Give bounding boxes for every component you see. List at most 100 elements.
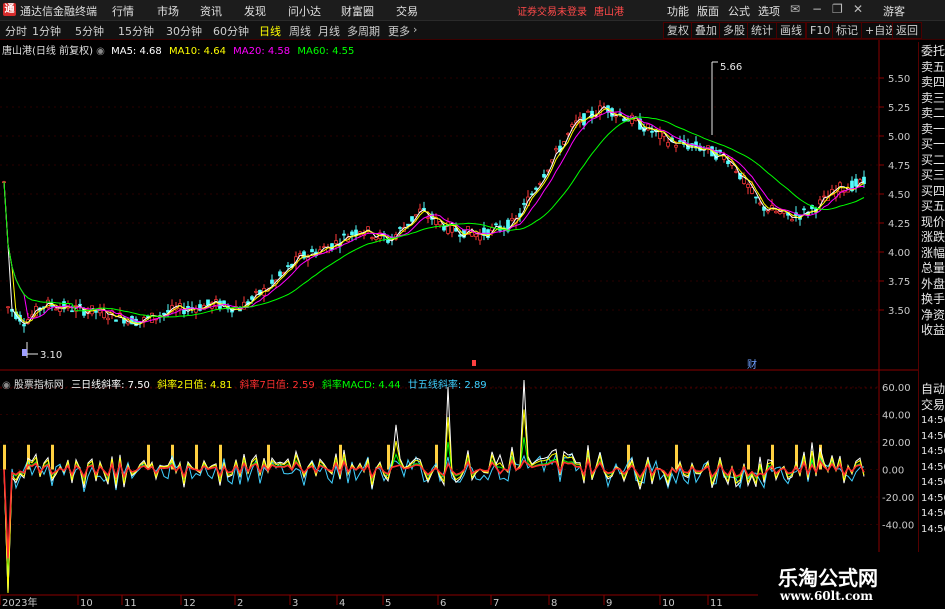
period-60min[interactable]: 60分钟 — [213, 23, 249, 39]
period-more[interactable]: 更多 — [388, 23, 410, 39]
guest-link[interactable]: 游客 — [883, 3, 905, 19]
signal-bar — [387, 444, 390, 470]
period-toolbar: 分时 1分钟 5分钟 15分钟 30分钟 60分钟 日线 周线 月线 多周期 更… — [0, 21, 945, 40]
candle-body — [678, 140, 682, 142]
period-weekly[interactable]: 周线 — [289, 23, 311, 39]
quote-row-4: 卖二 — [921, 106, 945, 120]
biaoji-button[interactable]: 标记 — [832, 22, 862, 39]
sub-item-1: 三日线斜率: 7.50 — [71, 380, 150, 391]
restore-icon[interactable]: ❐ — [832, 2, 843, 16]
sub-panel-row-3: 14:50 — [921, 430, 945, 442]
mail-icon[interactable]: ✉ — [790, 2, 800, 16]
settings-dot-icon[interactable]: ◉ — [96, 46, 105, 57]
period-15min[interactable]: 15分钟 — [118, 23, 154, 39]
login-notice[interactable]: 证券交易未登录 — [517, 3, 587, 18]
x-tick-label: 11 — [124, 598, 137, 609]
x-tick-label: 11 — [710, 598, 723, 609]
candle-body — [150, 312, 154, 323]
tongji-button[interactable]: 统计 — [747, 22, 777, 39]
candle-body — [802, 208, 806, 211]
x-tick-label: 6 — [440, 598, 446, 609]
back-button[interactable]: 返回 — [892, 22, 922, 39]
sub-series-3 — [3, 437, 865, 581]
signal-bar — [747, 444, 750, 470]
quote-row-11: 现价 — [921, 214, 945, 229]
menu-gongneng[interactable]: 功能 — [667, 3, 689, 19]
sub-item-4: 斜率MACD: 4.44 — [321, 380, 401, 391]
menu-xuanxiang[interactable]: 选项 — [758, 3, 780, 19]
period-multi[interactable]: 多周期 — [347, 23, 380, 39]
candle-body — [758, 202, 762, 205]
candle-body — [278, 271, 282, 277]
period-daily[interactable]: 日线 — [259, 23, 281, 39]
menu-banmian[interactable]: 版面 — [697, 3, 719, 19]
fuquan-button[interactable]: 复权 — [663, 22, 693, 39]
candle-body — [774, 210, 778, 214]
candle-body — [522, 203, 526, 205]
sub-settings-dot-icon[interactable]: ◉ — [2, 380, 11, 391]
chart-title: 唐山港(日线 前复权) — [2, 46, 93, 57]
chart-canvas[interactable]: 5.505.255.004.754.504.254.003.753.50 6 0.… — [0, 40, 918, 609]
main-info-bar: 唐山港(日线 前复权) ◉ MA5: 4.68 MA10: 4.64 MA20:… — [2, 42, 354, 57]
period-5min[interactable]: 5分钟 — [75, 23, 104, 39]
candle-body — [494, 223, 498, 226]
quote-row-7: 买二 — [921, 152, 945, 167]
candle-body — [542, 174, 546, 178]
sub-y-tick-label: 40.00 — [882, 411, 911, 422]
huaxian-button[interactable]: 画线 — [776, 22, 806, 39]
candle-body — [822, 195, 826, 198]
sub-y-tick-label: 0.00 — [882, 466, 904, 477]
candle-body — [510, 218, 514, 221]
sub-panel-row-1[interactable]: 交易 — [921, 398, 945, 414]
sub-panel-row-0[interactable]: 自动 — [921, 382, 945, 398]
sub-item-3: 斜率7日值: 2.59 — [239, 380, 315, 391]
sub-y-tick-label: -40.00 — [882, 521, 914, 532]
diejia-button[interactable]: 叠加 — [691, 22, 721, 39]
menu-shichang[interactable]: 市场 — [157, 3, 179, 19]
candle-body — [250, 296, 254, 300]
signal-bar — [195, 444, 198, 470]
quote-row-17: 净资 — [921, 307, 945, 322]
event-marker-1 — [22, 349, 27, 356]
x-tick-label: 7 — [493, 598, 499, 609]
candle-body — [862, 176, 866, 185]
menu-wenxiaoda[interactable]: 问小达 — [288, 3, 321, 19]
watermark-title: 乐淘公式网 — [778, 566, 878, 590]
menu-gongshi[interactable]: 公式 — [728, 3, 750, 19]
close-icon[interactable]: ✕ — [853, 2, 863, 16]
quote-row-15: 外盘 — [921, 276, 945, 291]
candle-body — [22, 324, 26, 327]
y-tick-label: 3.75 — [888, 277, 910, 288]
candle-body — [666, 142, 670, 147]
period-30min[interactable]: 30分钟 — [166, 23, 202, 39]
menu-caifuquan[interactable]: 财富圈 — [341, 3, 374, 19]
candle-body — [582, 113, 586, 126]
candle-body — [734, 171, 738, 173]
candle-body — [334, 240, 338, 244]
y-axis-labels: 5.50 5.25 5.00 4.75 4.50 4.25 4.00 3.75 3.50 — [879, 74, 910, 317]
candle-body — [350, 231, 354, 236]
menu-jiaoyi[interactable]: 交易 — [396, 3, 418, 19]
candle-body — [746, 184, 750, 188]
signal-bar — [3, 444, 6, 470]
sub-panel-row-7: 14:50 — [921, 492, 945, 504]
candle-body — [106, 317, 110, 321]
period-fenshi[interactable]: 分时 — [5, 23, 27, 39]
menu-hangqing[interactable]: 行情 — [112, 3, 134, 19]
menu-faxian[interactable]: 发现 — [244, 3, 266, 19]
ma5-label: MA5: 4.68 — [111, 46, 162, 57]
period-monthly[interactable]: 月线 — [318, 23, 340, 39]
f10-button[interactable]: F10 — [806, 22, 835, 39]
menu-zixun[interactable]: 资讯 — [200, 3, 222, 19]
quote-row-16: 换手 — [921, 292, 945, 306]
quote-row-5: 卖一 — [921, 121, 945, 136]
candle-body — [674, 144, 678, 148]
sub-series-0 — [3, 379, 865, 594]
x-tick-label: 2 — [237, 598, 243, 609]
period-1min[interactable]: 1分钟 — [32, 23, 61, 39]
indicator-title: 股票指标网 — [13, 380, 64, 391]
x-tick-label: 2023年 — [2, 596, 37, 609]
more-chevron-icon[interactable]: › — [413, 23, 417, 36]
minimize-icon[interactable]: − — [812, 2, 822, 16]
duogu-button[interactable]: 多股 — [719, 22, 749, 39]
